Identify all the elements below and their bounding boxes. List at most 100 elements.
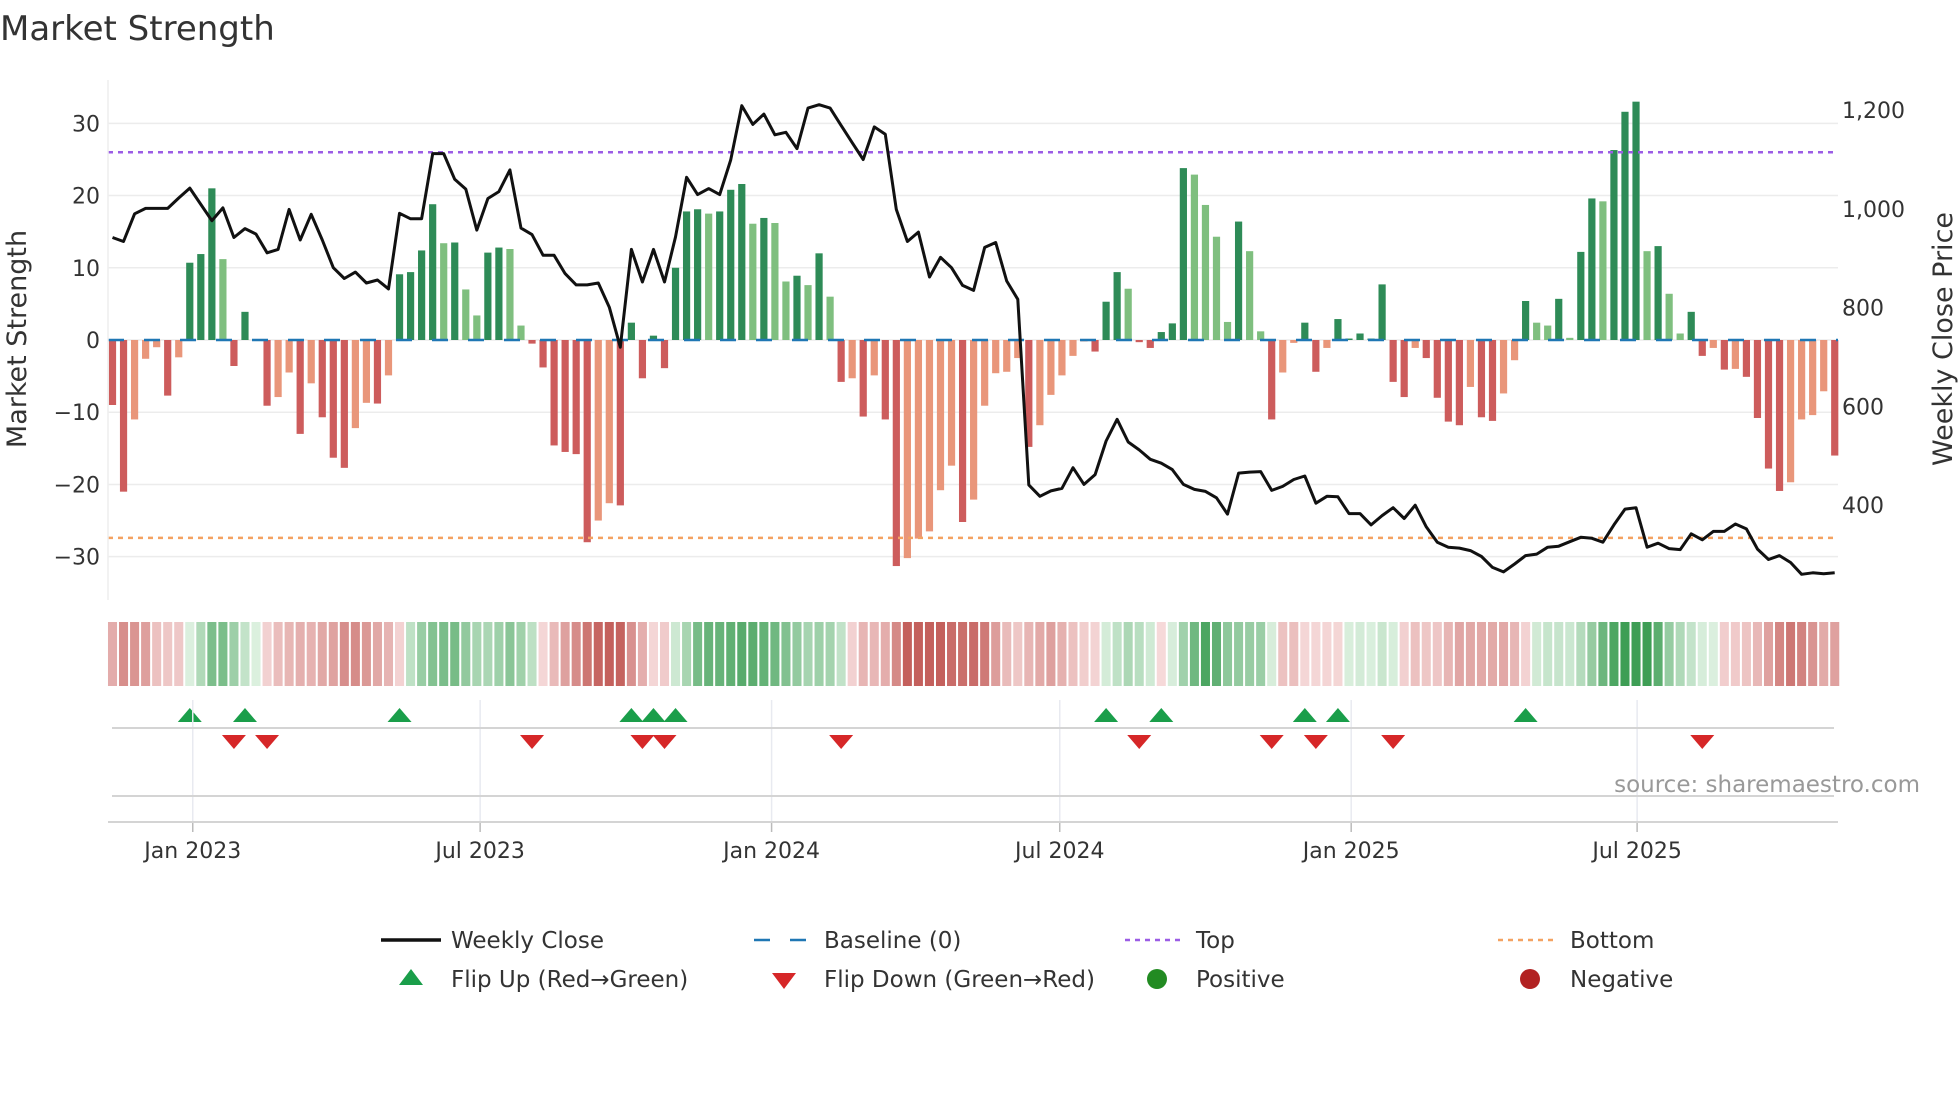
heatmap-cell xyxy=(372,622,382,686)
positive-dot-icon xyxy=(1147,969,1167,989)
heatmap-cell xyxy=(229,622,239,686)
strength-bar xyxy=(970,340,978,500)
flip-down-marker xyxy=(520,735,545,749)
strength-bar xyxy=(1113,272,1121,340)
strength-bar xyxy=(782,281,790,340)
strength-bar xyxy=(1356,333,1364,340)
heatmap-cell xyxy=(1278,622,1288,686)
strength-bar xyxy=(373,340,382,404)
strength-bar xyxy=(539,340,547,368)
heatmap-cell xyxy=(1366,622,1376,686)
strength-bar xyxy=(219,259,227,340)
heatmap-cell xyxy=(1245,622,1255,686)
heatmap-cell xyxy=(483,622,493,686)
flip-down-marker xyxy=(1259,735,1284,749)
legend-label: Negative xyxy=(1570,967,1673,993)
strength-bar xyxy=(1709,340,1717,348)
strength-bar xyxy=(329,340,337,458)
heatmap-cell xyxy=(1013,622,1023,686)
strength-bar xyxy=(1179,168,1187,340)
strength-bar xyxy=(1378,284,1386,340)
strength-bar xyxy=(175,340,183,358)
y-tick-label: 0 xyxy=(86,329,100,354)
flip-down-marker xyxy=(1381,735,1406,749)
strength-bar xyxy=(727,189,735,340)
flip-up-marker xyxy=(1149,708,1174,722)
strength-bar xyxy=(881,340,889,420)
heatmap-cell xyxy=(1344,622,1354,686)
y2-tick-label: 400 xyxy=(1842,494,1884,519)
strength-bar xyxy=(340,340,348,468)
strength-bar xyxy=(903,340,911,559)
heatmap-cell xyxy=(1631,622,1641,686)
strength-bar xyxy=(627,322,635,340)
heatmap-cell xyxy=(1741,622,1751,686)
heatmap-cell xyxy=(1057,622,1067,686)
legend-label: Bottom xyxy=(1570,928,1654,954)
flip-down-marker xyxy=(630,735,655,749)
heatmap-cell xyxy=(207,622,217,686)
heatmap-cell xyxy=(549,622,559,686)
x-tick-label: Jan 2023 xyxy=(142,839,241,864)
flip-up-marker xyxy=(232,708,257,722)
heatmap-cell xyxy=(1763,622,1774,686)
heatmap-cell xyxy=(803,622,813,686)
strength-bar xyxy=(1544,325,1552,340)
strength-bar xyxy=(1764,340,1773,469)
heatmap-cell xyxy=(1432,622,1442,686)
strength-bar xyxy=(208,188,216,340)
heatmap-cell xyxy=(1399,622,1409,686)
x-axis: Jan 2023 Jul 2023 Jan 2024 Jul 2024 Jan 2025… xyxy=(108,700,1838,864)
flip-up-marker xyxy=(1325,708,1350,722)
heatmap-cell xyxy=(759,622,769,686)
strength-bar xyxy=(1444,340,1452,422)
heatmap-cell xyxy=(1797,622,1807,686)
heatmap-cell xyxy=(538,622,548,686)
x-tick-label: Jul 2023 xyxy=(433,839,525,864)
heatmap-cell xyxy=(130,622,140,686)
flip-up-icon xyxy=(399,969,423,985)
flip-down-marker xyxy=(652,735,677,749)
flip-down-marker xyxy=(1690,735,1715,749)
strength-bar xyxy=(914,340,923,539)
heatmap-cell xyxy=(947,622,957,686)
strength-bar xyxy=(1643,251,1651,340)
heatmap-cell xyxy=(428,622,438,686)
heatmap-cell xyxy=(913,622,923,686)
y2-axis-label: Weekly Close Price xyxy=(1928,212,1959,466)
strength-bar xyxy=(749,223,757,340)
heatmap-cell xyxy=(1322,622,1332,686)
strength-bar xyxy=(1069,340,1077,356)
strength-bar xyxy=(1246,251,1254,340)
strength-bar xyxy=(517,325,525,340)
heatmap-cell xyxy=(141,622,151,686)
heatmap-cell xyxy=(770,622,780,686)
heatmap-cell xyxy=(107,622,118,686)
strength-bar xyxy=(1466,340,1475,387)
flip-up-marker xyxy=(663,708,688,722)
legend-item-close: Weekly Close xyxy=(381,928,604,954)
heatmap-cell xyxy=(1410,622,1420,686)
legend-item-flip-up: Flip Up (Red→Green) xyxy=(399,967,688,993)
source-note: source: sharemaestro.com xyxy=(1614,772,1920,798)
heatmap-cell xyxy=(1609,622,1619,686)
strength-bar xyxy=(1533,322,1541,340)
heatmap-cell xyxy=(814,622,824,686)
heatmap-cell xyxy=(185,622,195,686)
x-tick-label: Jul 2025 xyxy=(1590,839,1682,864)
strength-bar xyxy=(1809,340,1817,416)
heatmap-cell xyxy=(858,622,868,686)
strength-bar xyxy=(351,340,359,429)
flip-up-marker xyxy=(387,708,412,722)
strength-bar xyxy=(1168,323,1176,340)
strength-bar xyxy=(892,340,900,567)
flip-down-marker xyxy=(1303,735,1328,749)
heatmap-cell xyxy=(1178,622,1188,686)
heatmap-cell xyxy=(1565,622,1575,686)
y-tick-label: 10 xyxy=(72,257,100,282)
heatmap-cell xyxy=(417,622,427,686)
heatmap-cell xyxy=(1675,622,1685,686)
heatmap-cell xyxy=(648,622,658,686)
strength-bar xyxy=(1577,251,1585,340)
heatmap-cell xyxy=(1024,622,1034,686)
